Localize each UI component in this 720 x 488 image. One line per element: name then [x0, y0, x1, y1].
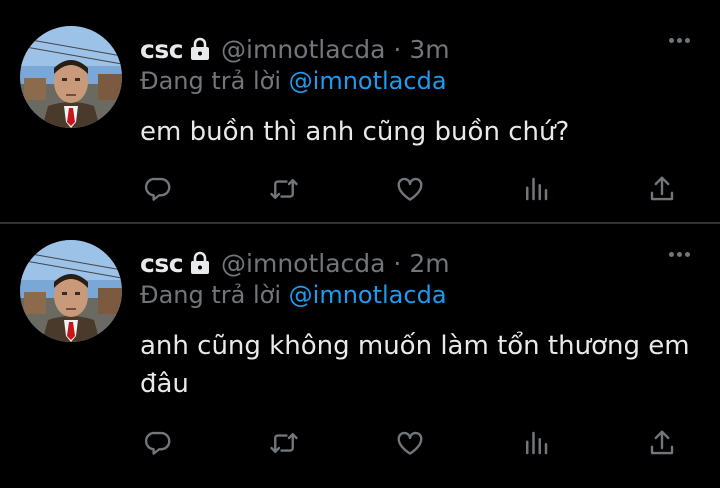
tweet-text: anh cũng không muốn làm tổn thương em đâ… — [140, 331, 690, 399]
display-name[interactable]: csc — [140, 249, 184, 278]
reply-prefix: Đang trả lời — [140, 281, 282, 309]
retweet-icon[interactable] — [266, 171, 302, 207]
reply-context: Đang trả lời @imnotlacda — [140, 281, 447, 309]
avatar[interactable] — [20, 26, 122, 128]
share-icon[interactable] — [644, 171, 680, 207]
like-icon[interactable] — [392, 171, 428, 207]
action-bar — [140, 171, 680, 207]
lock-icon — [189, 251, 211, 275]
tweet-1[interactable]: csc @imnotlacda · 3m Đang trả lời @imnot… — [0, 0, 720, 222]
avatar[interactable] — [20, 240, 122, 342]
retweet-icon[interactable] — [266, 425, 302, 461]
handle-time[interactable]: @imnotlacda · 3m — [221, 35, 450, 64]
lock-icon — [189, 37, 211, 61]
more-icon[interactable] — [669, 252, 690, 257]
action-bar — [140, 425, 680, 461]
tweet-text: em buồn thì anh cũng buồn chứ? — [140, 117, 570, 147]
reply-icon[interactable] — [140, 171, 176, 207]
tweet-header: csc @imnotlacda · 2m — [140, 246, 450, 280]
share-icon[interactable] — [644, 425, 680, 461]
reply-context: Đang trả lời @imnotlacda — [140, 67, 447, 95]
reply-mention[interactable]: @imnotlacda — [289, 281, 447, 309]
tweet-2[interactable]: csc @imnotlacda · 2m Đang trả lời @imnot… — [0, 224, 720, 455]
more-icon[interactable] — [669, 38, 690, 43]
reply-mention[interactable]: @imnotlacda — [289, 67, 447, 95]
handle-time[interactable]: @imnotlacda · 2m — [221, 249, 450, 278]
like-icon[interactable] — [392, 425, 428, 461]
views-icon[interactable] — [518, 171, 554, 207]
display-name[interactable]: csc — [140, 35, 184, 64]
reply-icon[interactable] — [140, 425, 176, 461]
reply-prefix: Đang trả lời — [140, 67, 282, 95]
views-icon[interactable] — [518, 425, 554, 461]
tweet-header: csc @imnotlacda · 3m — [140, 32, 450, 66]
